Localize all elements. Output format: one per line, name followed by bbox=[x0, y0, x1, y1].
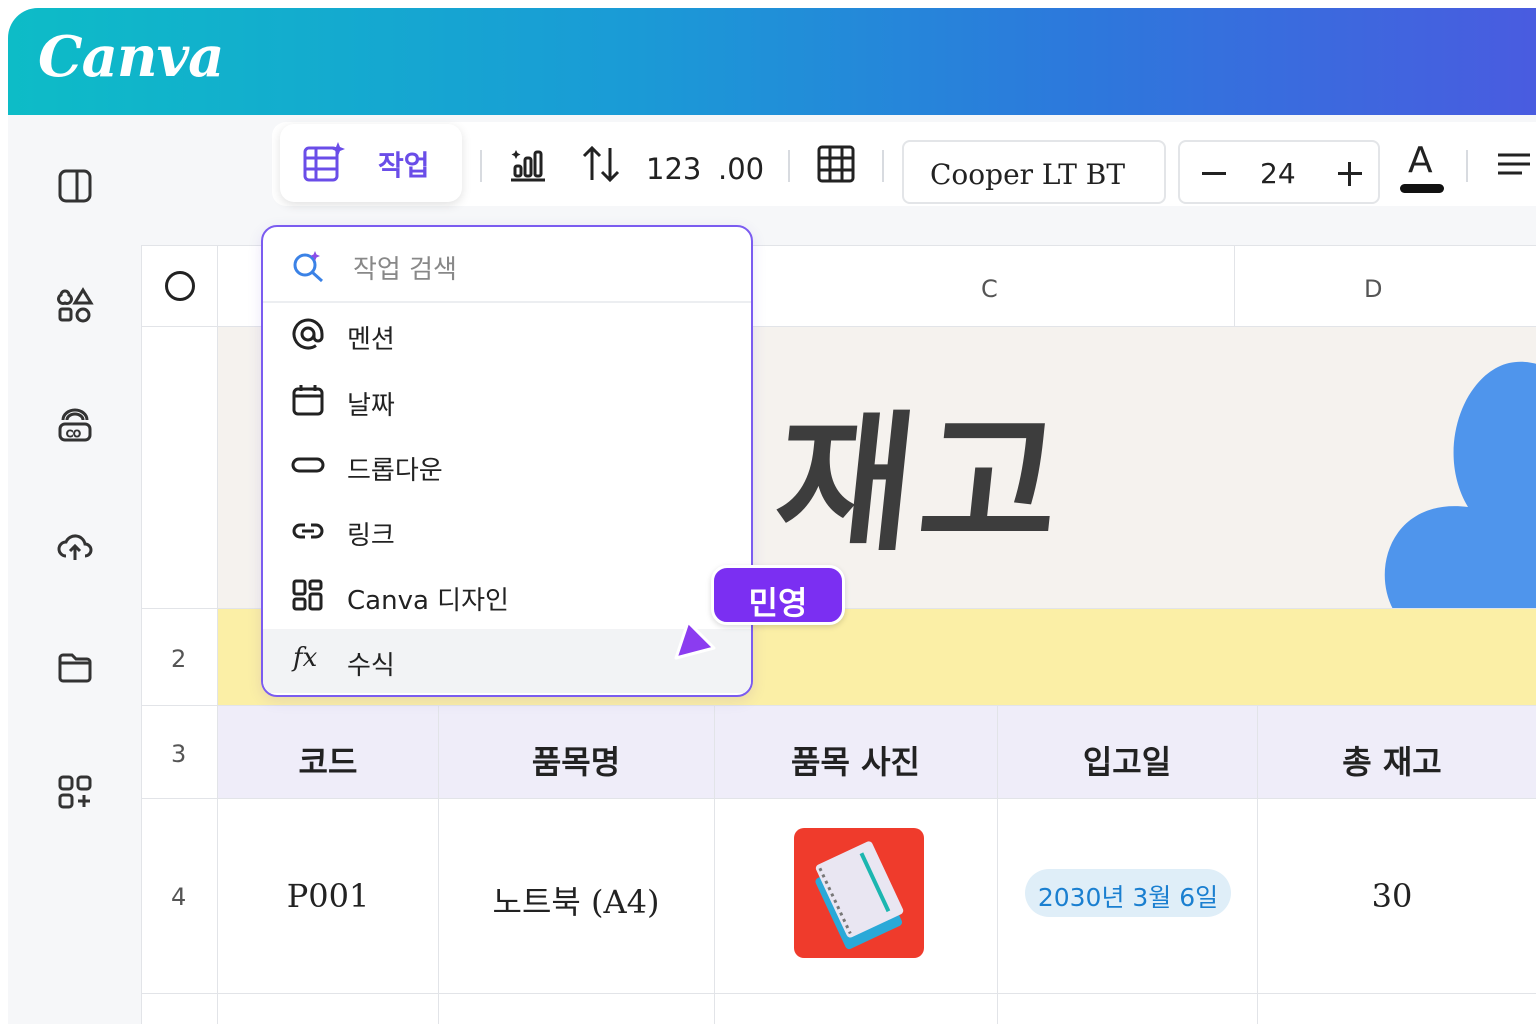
header-cell-name[interactable]: 품목명 bbox=[438, 737, 714, 783]
grid-line bbox=[141, 245, 142, 1024]
row-number-3[interactable]: 3 bbox=[171, 740, 186, 768]
number-format-button[interactable]: 123 bbox=[646, 152, 701, 186]
increase-size-button-v[interactable] bbox=[1348, 162, 1351, 186]
decrease-size-button[interactable] bbox=[1202, 172, 1226, 175]
canva-logo[interactable]: Canva bbox=[38, 24, 224, 90]
collaborator-name-tag: 민영 bbox=[711, 565, 845, 625]
divider bbox=[788, 150, 790, 182]
apps-icon[interactable] bbox=[54, 771, 96, 813]
divider bbox=[882, 150, 884, 182]
dropdown-pill-icon bbox=[291, 457, 325, 473]
menu-item-mention[interactable]: 멘션 bbox=[263, 303, 751, 367]
row-number-2[interactable]: 2 bbox=[171, 645, 186, 673]
cell-code[interactable]: P001 bbox=[218, 877, 438, 915]
header-cell-photo[interactable]: 품목 사진 bbox=[714, 737, 997, 783]
svg-text:CO: CO bbox=[66, 429, 81, 440]
menu-item-date[interactable]: 날짜 bbox=[263, 369, 751, 433]
sort-icon[interactable] bbox=[580, 144, 622, 184]
grid-line bbox=[141, 993, 1536, 994]
date-chip[interactable]: 2030년 3월 6일 bbox=[1025, 869, 1231, 917]
app-header: Canva bbox=[8, 8, 1536, 115]
task-button-label: 작업 bbox=[378, 149, 430, 182]
menu-item-label: 링크 bbox=[347, 521, 395, 551]
menu-item-link[interactable]: 링크 bbox=[263, 499, 751, 563]
calendar-icon bbox=[292, 385, 324, 416]
header-cell-code[interactable]: 코드 bbox=[218, 737, 438, 783]
notebook-image-icon bbox=[815, 841, 904, 950]
magic-search-icon bbox=[293, 251, 324, 283]
row-number-4[interactable]: 4 bbox=[171, 883, 186, 911]
elements-icon[interactable] bbox=[54, 285, 96, 327]
fx-icon: fx bbox=[293, 643, 318, 673]
menu-item-label: 드롭다운 bbox=[347, 456, 443, 486]
task-search-field[interactable]: 작업 검색 bbox=[263, 227, 751, 303]
grid-line bbox=[141, 798, 1536, 799]
cell-stock[interactable]: 30 bbox=[1257, 877, 1527, 915]
design-panel-icon[interactable] bbox=[54, 165, 96, 207]
magic-table-icon bbox=[303, 142, 345, 182]
task-button[interactable]: 작업 bbox=[280, 124, 462, 202]
column-header-d[interactable]: D bbox=[1364, 275, 1382, 303]
table-grid-icon[interactable] bbox=[816, 144, 856, 184]
brand-icon[interactable]: CO bbox=[54, 405, 96, 447]
search-placeholder: 작업 검색 bbox=[353, 255, 457, 285]
projects-folder-icon[interactable] bbox=[54, 647, 96, 689]
text-color-button[interactable]: A bbox=[1400, 140, 1444, 196]
column-header-c[interactable]: C bbox=[981, 275, 998, 303]
menu-item-label: Canva 디자인 bbox=[347, 586, 509, 616]
header-cell-date[interactable]: 입고일 bbox=[997, 737, 1257, 783]
divider bbox=[480, 150, 482, 182]
menu-item-label: 멘션 bbox=[347, 325, 395, 355]
font-size-value[interactable]: 24 bbox=[1260, 157, 1296, 190]
sidebar: CO bbox=[8, 115, 142, 1024]
menu-item-dropdown[interactable]: 드롭다운 bbox=[263, 434, 751, 498]
menu-item-label: 수식 bbox=[347, 651, 395, 681]
banner-title: 재고 bbox=[767, 398, 1074, 572]
header-cell-stock[interactable]: 총 재고 bbox=[1257, 737, 1527, 783]
cloud-upload-icon[interactable] bbox=[54, 525, 96, 567]
chart-insert-icon[interactable] bbox=[508, 144, 548, 184]
font-family-select[interactable]: Cooper LT BT bbox=[902, 140, 1166, 204]
collaborator-cursor-icon bbox=[674, 620, 716, 660]
grid-design-icon bbox=[292, 579, 323, 611]
toolbar: 작업 123 .00 Cooper LT BT 24 A bbox=[272, 122, 1536, 206]
menu-item-label: 날짜 bbox=[347, 391, 395, 421]
font-size-stepper[interactable]: 24 bbox=[1178, 140, 1380, 204]
link-icon bbox=[292, 523, 324, 539]
divider bbox=[1466, 150, 1468, 182]
grid-line bbox=[1234, 245, 1235, 327]
cell-item-name[interactable]: 노트북 (A4) bbox=[438, 877, 714, 923]
select-all-circle[interactable] bbox=[165, 271, 195, 301]
decimal-format-button[interactable]: .00 bbox=[718, 152, 764, 186]
text-color-swatch bbox=[1400, 184, 1444, 193]
align-icon[interactable] bbox=[1494, 144, 1534, 184]
notebook-photo[interactable] bbox=[794, 828, 924, 958]
blue-flower-decoration bbox=[1384, 361, 1536, 609]
text-color-letter: A bbox=[1408, 140, 1433, 181]
at-sign-icon bbox=[292, 318, 324, 350]
